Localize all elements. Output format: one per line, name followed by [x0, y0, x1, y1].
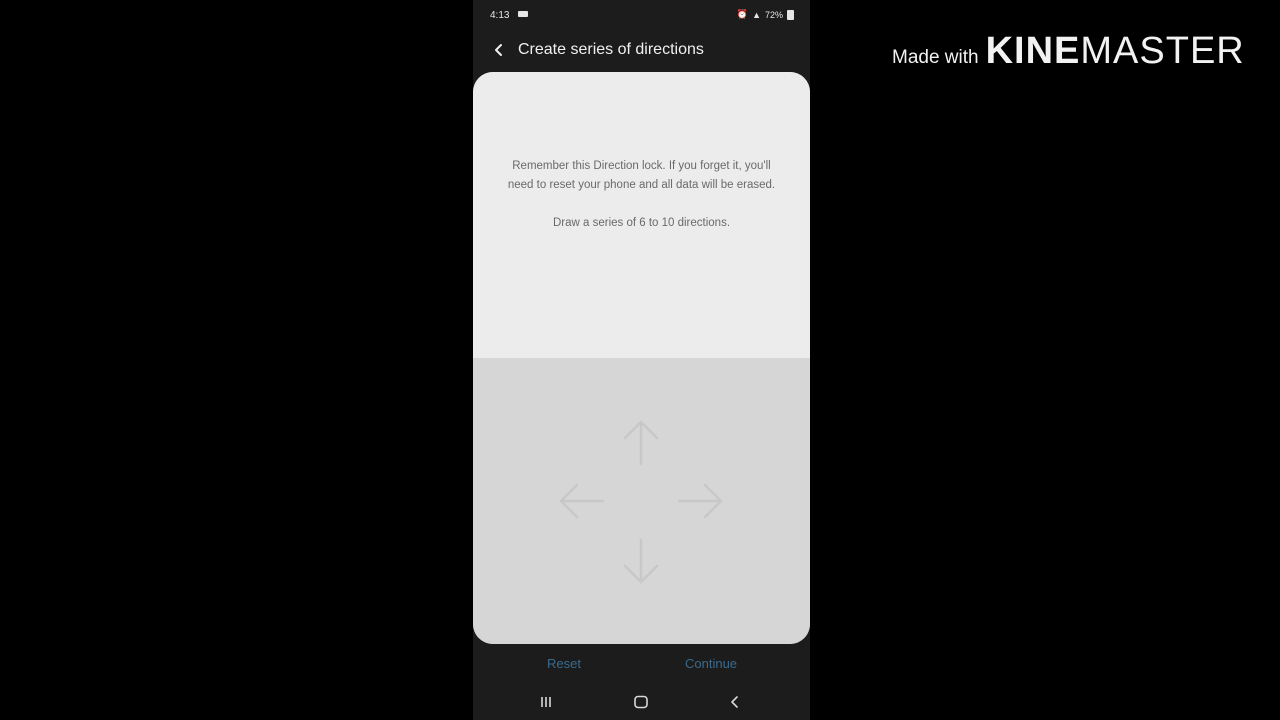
direction-arrows [559, 420, 723, 584]
phone-screen: 4:13 ⏰ ▲ 72% Create series of directions… [473, 0, 810, 720]
warning-text: Remember this Direction lock. If you for… [507, 160, 776, 191]
screen: 4:13 ⏰ ▲ 72% Create series of directions… [0, 0, 1280, 720]
nav-back-button[interactable] [723, 692, 747, 712]
instruction-text-block: Remember this Direction lock. If you for… [503, 157, 780, 252]
arrow-down-icon [623, 538, 659, 584]
home-icon [634, 695, 648, 709]
signal-icon: ▲ [752, 9, 761, 20]
alarm-icon: ⏰ [736, 9, 749, 19]
direction-lock-card: Remember this Direction lock. If you for… [473, 72, 810, 644]
nav-back-icon [731, 696, 738, 708]
page-title: Create series of directions [518, 41, 704, 58]
recents-button[interactable] [534, 692, 558, 712]
arrow-up-icon [623, 420, 659, 466]
instruction-panel: Remember this Direction lock. If you for… [473, 72, 810, 358]
arrow-left-icon [559, 483, 605, 519]
instruction-text: Draw a series of 6 to 10 directions. [552, 217, 731, 229]
status-indicators: ⏰ ▲ 72% [737, 9, 794, 20]
recents-icon [541, 697, 551, 707]
status-time: 4:13 [490, 10, 510, 21]
continue-button[interactable]: Continue [679, 654, 743, 673]
reset-button[interactable]: Reset [541, 654, 587, 673]
status-bar: 4:13 ⏰ ▲ 72% [473, 0, 810, 30]
watermark-prefix: Made with [892, 47, 979, 68]
app-bar: Create series of directions [473, 30, 810, 70]
action-bar: Reset Continue [473, 648, 810, 680]
home-button[interactable] [629, 692, 653, 712]
watermark-brand-bold: KINE [985, 30, 1081, 72]
battery-icon [787, 9, 794, 20]
arrow-right-icon [677, 483, 723, 519]
direction-input-pad[interactable] [473, 358, 810, 644]
watermark-brand-regular: MASTER [1080, 30, 1245, 72]
notification-icon [518, 11, 528, 17]
back-arrow-icon [495, 44, 502, 56]
battery-level: 72% [764, 9, 783, 20]
system-navigation-bar [473, 684, 810, 720]
back-button[interactable] [486, 37, 512, 63]
kinemaster-watermark: Made with KINE MASTER [892, 30, 1245, 80]
